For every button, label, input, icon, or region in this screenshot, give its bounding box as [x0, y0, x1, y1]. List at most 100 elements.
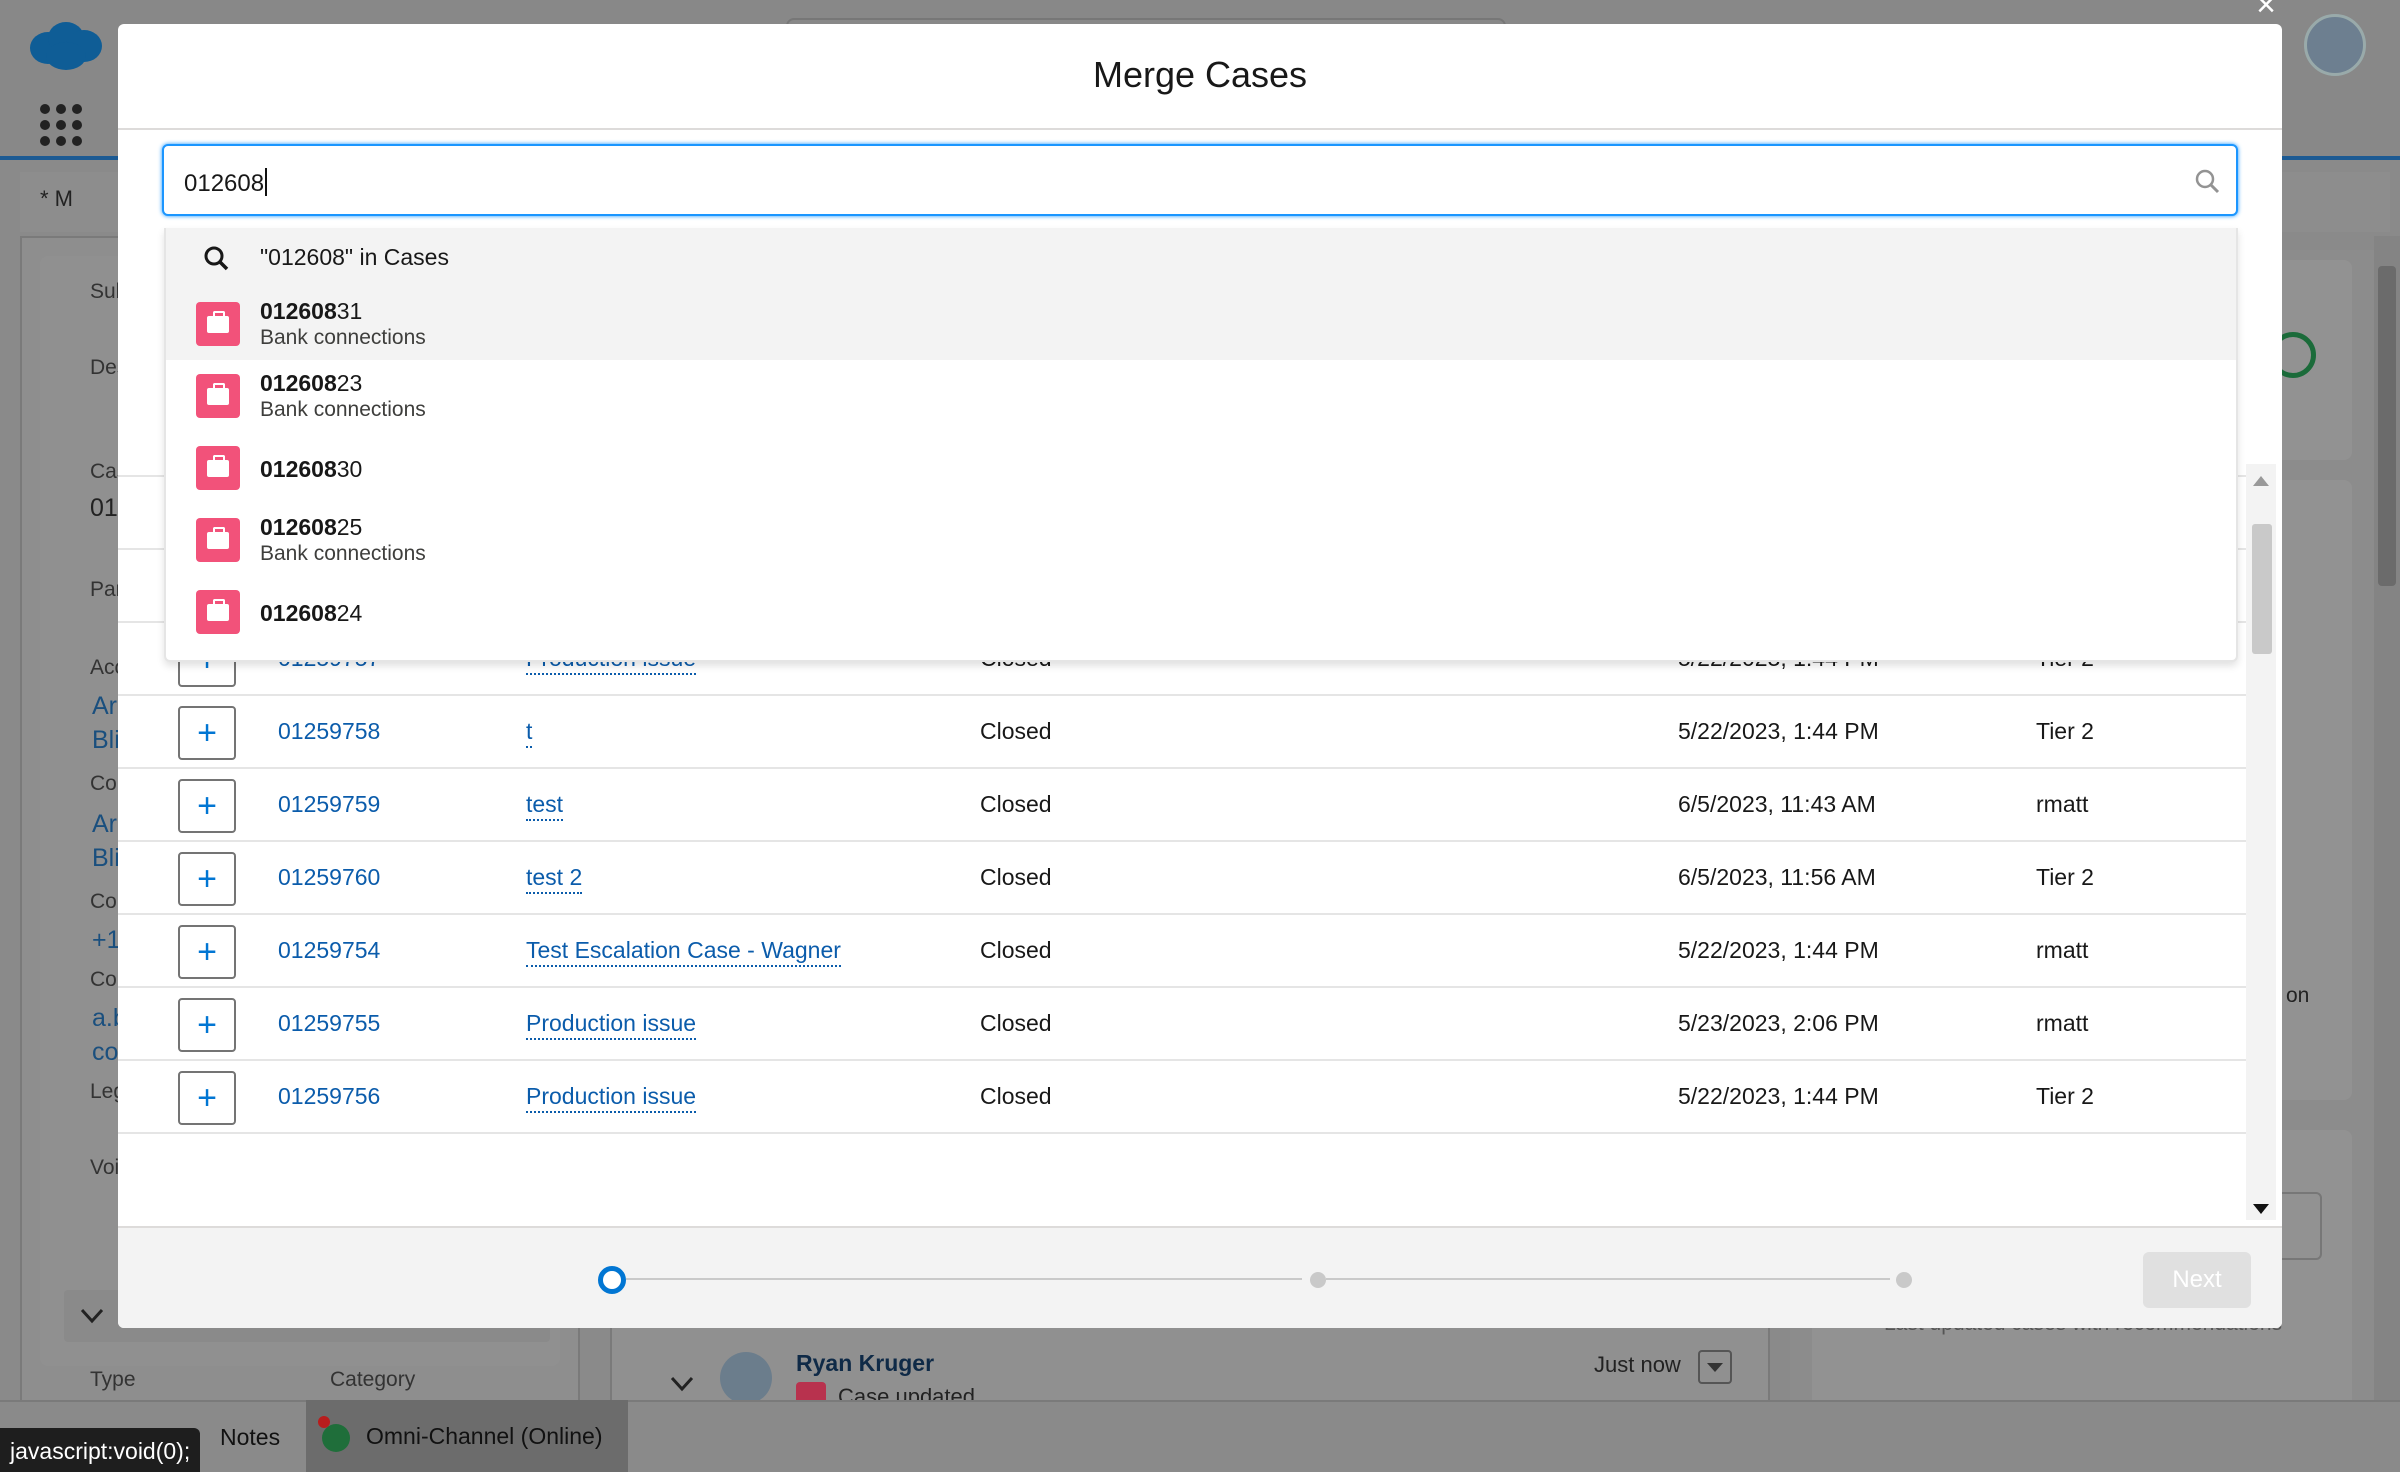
feed-menu-button — [1698, 1350, 1732, 1384]
case-number-link[interactable]: 01259760 — [278, 864, 380, 891]
case-owner: rmatt — [2036, 791, 2089, 817]
field-value: co — [92, 1038, 119, 1066]
case-status: Closed — [980, 1083, 1052, 1109]
case-status: Closed — [980, 1010, 1052, 1036]
omni-status-icon — [322, 1424, 350, 1452]
chevron-down-icon — [670, 1376, 694, 1392]
result-subject: Bank connections — [260, 542, 426, 565]
case-date: 6/5/2023, 11:43 AM — [1678, 791, 1876, 817]
search-icon — [2195, 169, 2220, 194]
table-scrollbar[interactable] — [2246, 464, 2276, 1220]
case-subject-link[interactable]: t — [526, 718, 533, 748]
search-all-option[interactable]: "012608" in Cases — [166, 228, 2236, 288]
close-icon[interactable]: × — [2248, 0, 2284, 22]
avatar — [2304, 14, 2366, 76]
case-owner: rmatt — [2036, 1010, 2089, 1036]
case-number-link[interactable]: 01259754 — [278, 937, 380, 964]
case-owner: Tier 2 — [2036, 1083, 2094, 1109]
search-result-item[interactable]: 01260824 — [166, 576, 2236, 648]
progress-step — [1310, 1272, 1326, 1288]
status-bar-url: javascript:void(0); — [0, 1428, 201, 1472]
add-case-button[interactable]: + — [178, 1071, 236, 1125]
omni-channel-label: Omni-Channel (Online) — [366, 1422, 603, 1449]
case-status: Closed — [980, 937, 1052, 963]
search-result-item[interactable]: 01260830 — [166, 432, 2236, 504]
scroll-up-arrow[interactable] — [2253, 476, 2269, 486]
field-label: Voi — [90, 1156, 120, 1179]
workspace-tab-label: * M — [40, 186, 73, 211]
notification-dot — [318, 1416, 330, 1428]
progress-step-current — [598, 1266, 626, 1294]
table-row: + 01259760 test 2 Closed 6/5/2023, 11:56… — [118, 842, 2246, 915]
avatar — [720, 1352, 772, 1404]
case-status: Closed — [980, 791, 1052, 817]
feed-user-name: Ryan Kruger — [796, 1350, 935, 1376]
progress-step — [1896, 1272, 1912, 1288]
modal-footer: Next — [118, 1226, 2282, 1328]
case-subject-link[interactable]: Production issue — [526, 1083, 697, 1113]
utility-notes[interactable]: Notes — [220, 1424, 280, 1451]
case-owner: Tier 2 — [2036, 718, 2094, 744]
search-result-item[interactable]: 01260823 Bank connections — [166, 360, 2236, 432]
case-search-input[interactable]: 012608 — [162, 144, 2238, 216]
field-value: 01 — [90, 494, 118, 522]
case-number-link[interactable]: 01259758 — [278, 718, 380, 745]
add-case-button[interactable]: + — [178, 706, 236, 760]
result-case-number: 01260831 — [260, 298, 363, 324]
salesforce-cloud-logo — [30, 22, 102, 70]
merge-cases-modal: Merge Cases 012608 + 01259754 Test Escal… — [118, 24, 2282, 1328]
case-subject-link[interactable]: Test Escalation Case - Wagner — [526, 937, 841, 967]
search-results-dropdown: "012608" in Cases 01260831 Bank connecti… — [164, 228, 2238, 662]
field-value: Ar — [92, 810, 117, 838]
next-button[interactable]: Next — [2143, 1252, 2251, 1308]
table-row: + 01259754 Test Escalation Case - Wagner… — [118, 915, 2246, 988]
case-number-link[interactable]: 01259756 — [278, 1083, 380, 1110]
case-subject-link[interactable]: test — [526, 791, 564, 821]
chevron-down-icon — [80, 1308, 104, 1324]
table-row: + 01259758 t Closed 5/22/2023, 1:44 PM T… — [118, 696, 2246, 769]
add-case-button[interactable]: + — [178, 779, 236, 833]
progress-track — [1326, 1278, 1890, 1280]
result-subject: Bank connections — [260, 326, 426, 349]
add-case-button[interactable]: + — [178, 852, 236, 906]
search-result-item[interactable]: 01260825 Bank connections — [166, 504, 2236, 576]
field-value: +1 — [92, 926, 121, 954]
utility-omni-channel[interactable]: Omni-Channel (Online) — [306, 1400, 628, 1472]
case-icon — [196, 518, 240, 562]
app-launcher-icon — [40, 104, 82, 146]
case-icon — [196, 302, 240, 346]
case-owner: rmatt — [2036, 937, 2089, 963]
case-date: 5/22/2023, 1:44 PM — [1678, 718, 1879, 744]
case-subject-link[interactable]: test 2 — [526, 864, 583, 894]
progress-track — [626, 1278, 1302, 1280]
case-status: Closed — [980, 864, 1052, 890]
case-icon — [196, 446, 240, 490]
field-label-type: Type — [90, 1368, 136, 1391]
case-subject-link[interactable]: Production issue — [526, 1010, 697, 1040]
result-case-number: 01260823 — [260, 370, 363, 396]
add-case-button[interactable]: + — [178, 998, 236, 1052]
case-number-link[interactable]: 01259755 — [278, 1010, 380, 1037]
modal-header: Merge Cases — [118, 24, 2282, 130]
case-date: 5/23/2023, 2:06 PM — [1678, 1010, 1879, 1036]
search-result-item[interactable]: 01260831 Bank connections — [166, 288, 2236, 360]
result-case-number: 01260830 — [260, 456, 363, 482]
case-owner: Tier 2 — [2036, 864, 2094, 890]
search-all-label: "012608" in Cases — [260, 244, 449, 270]
scroll-down-arrow[interactable] — [2253, 1204, 2269, 1214]
scroll-thumb[interactable] — [2252, 524, 2272, 654]
case-date: 5/22/2023, 1:44 PM — [1678, 1083, 1879, 1109]
case-date: 6/5/2023, 11:56 AM — [1678, 864, 1876, 890]
field-value: Bli — [92, 844, 120, 872]
page-scrollbar — [2374, 236, 2400, 1416]
case-status: Closed — [980, 718, 1052, 744]
case-icon — [196, 590, 240, 634]
chevron-down-icon — [1707, 1363, 1723, 1372]
case-date: 5/22/2023, 1:44 PM — [1678, 937, 1879, 963]
feed-timestamp: Just now — [1594, 1352, 1681, 1377]
right-text: on — [2286, 984, 2310, 1007]
result-case-number: 01260824 — [260, 600, 363, 626]
case-number-link[interactable]: 01259759 — [278, 791, 380, 818]
add-case-button[interactable]: + — [178, 925, 236, 979]
case-icon — [196, 374, 240, 418]
